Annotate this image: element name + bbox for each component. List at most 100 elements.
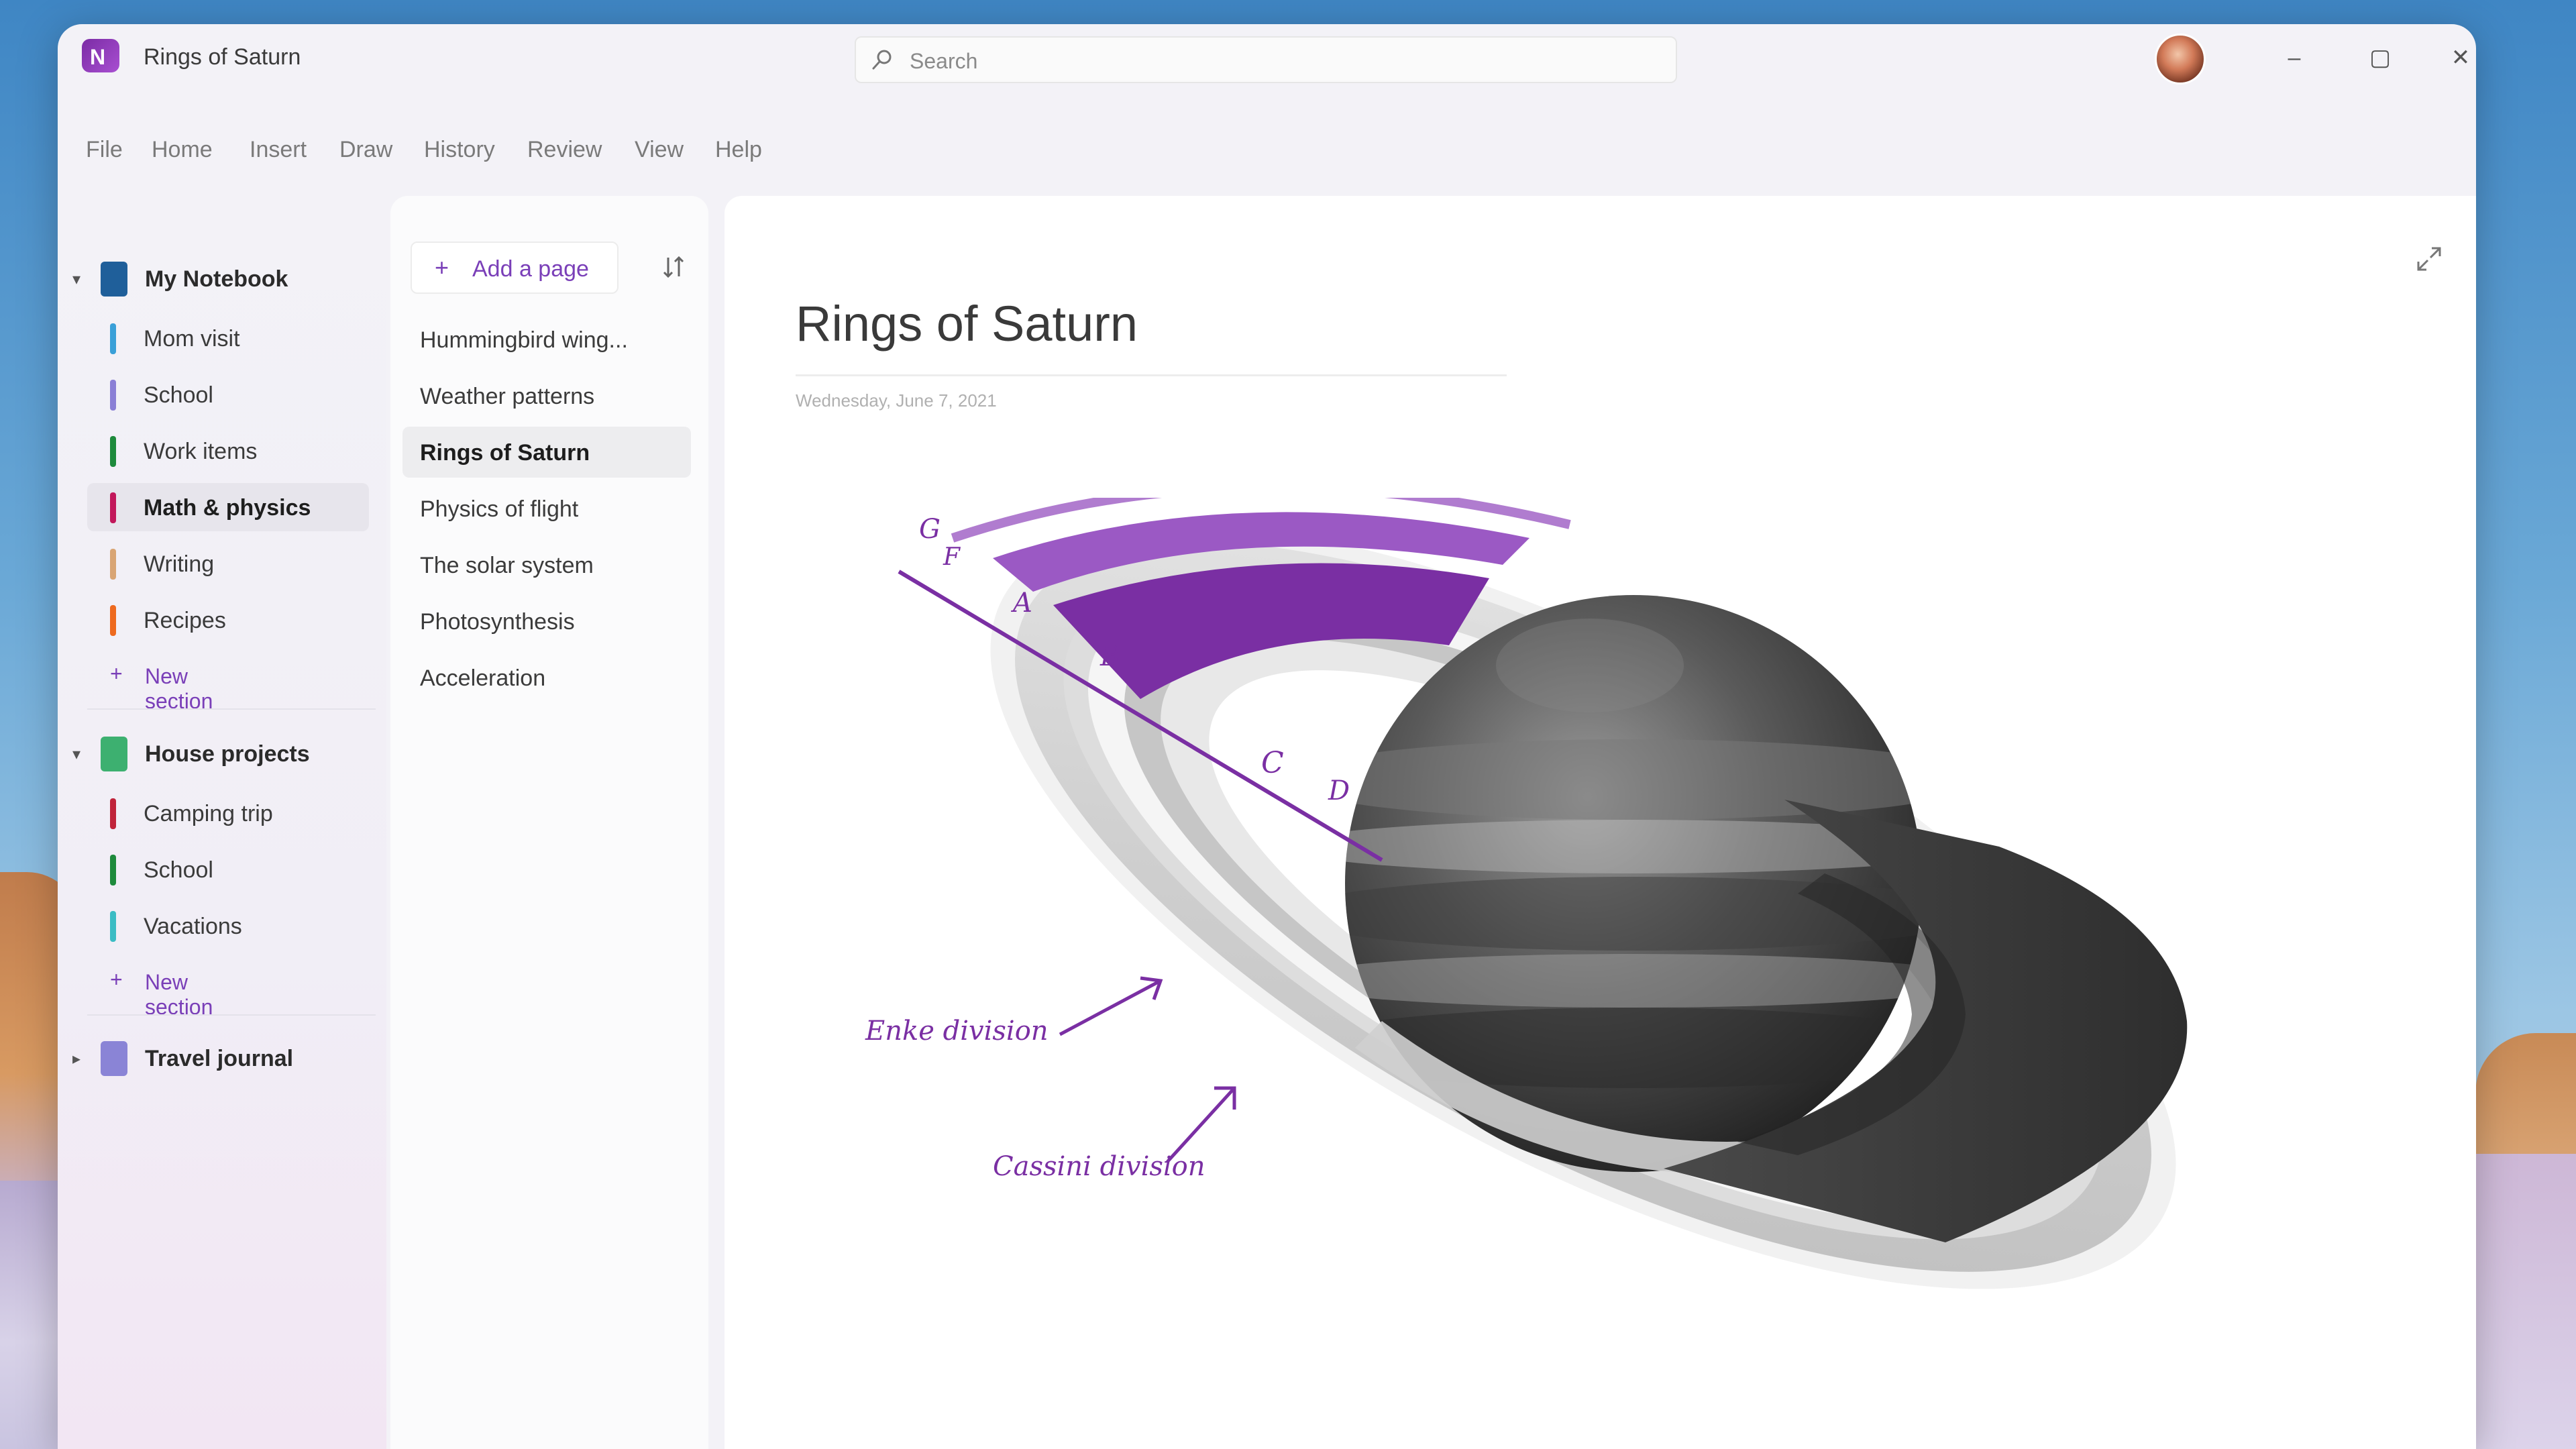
menu-review[interactable]: Review	[527, 137, 602, 163]
desktop-hill-right	[2475, 1033, 2576, 1167]
nav-divider	[87, 708, 376, 710]
page-title[interactable]: Rings of Saturn	[796, 295, 1138, 352]
section-recipes[interactable]: Recipes	[87, 596, 369, 644]
search-box[interactable]: Search	[855, 36, 1677, 83]
section-writing[interactable]: Writing	[87, 539, 369, 588]
notebook-label: House projects	[145, 741, 310, 767]
expand-icon[interactable]	[2414, 244, 2444, 274]
page-item[interactable]: Physics of flight	[402, 483, 691, 534]
menu-insert[interactable]: Insert	[250, 137, 307, 163]
sort-icon[interactable]	[660, 254, 687, 280]
section-color-tab	[110, 549, 116, 580]
section-math-physics[interactable]: Math & physics	[87, 483, 369, 531]
ink-label-encke: Enke division	[865, 1016, 1049, 1046]
section-work-items[interactable]: Work items	[87, 427, 369, 475]
notebook-label: My Notebook	[145, 266, 288, 292]
page-label: Physics of flight	[420, 496, 579, 522]
section-label: School	[144, 382, 213, 408]
menu-help[interactable]: Help	[715, 137, 762, 163]
section-camping-trip[interactable]: Camping trip	[87, 789, 369, 837]
page-label: Weather patterns	[420, 384, 595, 409]
section-vacations[interactable]: Vacations	[87, 902, 369, 950]
section-color-tab	[110, 798, 116, 829]
page-list-pane: + Add a page Hummingbird wing... Weather…	[390, 196, 708, 1449]
section-color-tab	[110, 911, 116, 942]
notebook-my-notebook[interactable]: ▾ My Notebook	[58, 255, 373, 302]
desktop-water-right	[2475, 1154, 2576, 1449]
chevron-down-icon[interactable]: ▾	[72, 745, 80, 764]
notebook-icon	[101, 1041, 127, 1076]
section-color-tab	[110, 855, 116, 885]
saturn-drawing[interactable]: G F A B C D Enke division Cassini divisi…	[859, 498, 2267, 1303]
search-icon	[872, 50, 892, 70]
page-item-active[interactable]: Rings of Saturn	[402, 427, 691, 478]
chevron-down-icon[interactable]: ▾	[72, 270, 80, 289]
section-label: Mom visit	[144, 326, 240, 352]
menu-file[interactable]: File	[86, 137, 123, 163]
notebook-navigation: ▾ My Notebook Mom visit School Work item…	[58, 192, 386, 1449]
new-section-label: New section	[145, 970, 213, 1019]
minimize-button[interactable]: –	[2266, 36, 2322, 79]
page-item[interactable]: Hummingbird wing...	[402, 314, 691, 365]
notebook-travel-journal[interactable]: ▸ Travel journal	[58, 1034, 373, 1081]
notebook-icon	[101, 262, 127, 297]
page-item[interactable]: The solar system	[402, 539, 691, 590]
section-school-house[interactable]: School	[87, 845, 369, 894]
section-label: Recipes	[144, 608, 226, 633]
page-item[interactable]: Acceleration	[402, 652, 691, 703]
section-label: Camping trip	[144, 801, 273, 826]
page-label: Acceleration	[420, 665, 546, 691]
close-button[interactable]: ✕	[2432, 36, 2476, 79]
chevron-right-icon[interactable]: ▸	[72, 1049, 80, 1069]
ink-label-a: A	[1010, 588, 1032, 619]
page-label: Rings of Saturn	[420, 440, 590, 466]
section-label: Vacations	[144, 914, 242, 939]
page-label: Photosynthesis	[420, 609, 575, 635]
title-underline	[796, 374, 1507, 376]
new-section-label: New section	[145, 664, 213, 713]
notebook-icon	[101, 737, 127, 771]
menu-home[interactable]: Home	[152, 137, 213, 163]
plus-icon: +	[110, 661, 123, 686]
page-label: Hummingbird wing...	[420, 327, 628, 353]
window-title: Rings of Saturn	[144, 44, 301, 70]
menu-bar: File Home Insert Draw History Review Vie…	[58, 125, 2476, 172]
add-page-button[interactable]: + Add a page	[411, 241, 619, 294]
section-label: Work items	[144, 439, 258, 464]
section-color-tab	[110, 492, 116, 523]
plus-icon: +	[110, 967, 123, 991]
ink-label-f: F	[943, 543, 961, 571]
ink-label-c: C	[1261, 746, 1284, 780]
section-label: Math & physics	[144, 495, 311, 521]
maximize-button[interactable]: ▢	[2352, 36, 2408, 79]
ink-label-d: D	[1328, 775, 1350, 806]
section-label: School	[144, 857, 213, 883]
ink-label-b: B	[1099, 641, 1120, 672]
notebook-house-projects[interactable]: ▾ House projects	[58, 730, 373, 777]
note-canvas[interactable]: Rings of Saturn Wednesday, June 7, 2021	[724, 196, 2476, 1449]
title-bar: Rings of Saturn Search – ▢ ✕	[58, 24, 2476, 86]
section-label: Writing	[144, 551, 215, 577]
search-placeholder: Search	[910, 49, 978, 73]
section-mom-visit[interactable]: Mom visit	[87, 314, 369, 362]
menu-history[interactable]: History	[424, 137, 495, 163]
notebook-label: Travel journal	[145, 1046, 294, 1071]
user-avatar[interactable]	[2155, 34, 2206, 85]
ink-label-g: G	[919, 514, 941, 545]
ink-arrow-encke	[1059, 979, 1162, 1036]
section-color-tab	[110, 605, 116, 636]
menu-view[interactable]: View	[635, 137, 684, 163]
plus-icon: +	[435, 254, 449, 281]
section-color-tab	[110, 436, 116, 467]
nav-divider	[87, 1014, 376, 1016]
page-item[interactable]: Photosynthesis	[402, 596, 691, 647]
add-page-label: Add a page	[472, 256, 589, 282]
section-color-tab	[110, 380, 116, 411]
menu-draw[interactable]: Draw	[339, 137, 392, 163]
onenote-window: Rings of Saturn Search – ▢ ✕ File Home I…	[58, 24, 2476, 1449]
section-color-tab	[110, 323, 116, 354]
page-item[interactable]: Weather patterns	[402, 370, 691, 421]
section-school[interactable]: School	[87, 370, 369, 419]
page-date: Wednesday, June 7, 2021	[796, 390, 997, 411]
page-label: The solar system	[420, 553, 594, 578]
